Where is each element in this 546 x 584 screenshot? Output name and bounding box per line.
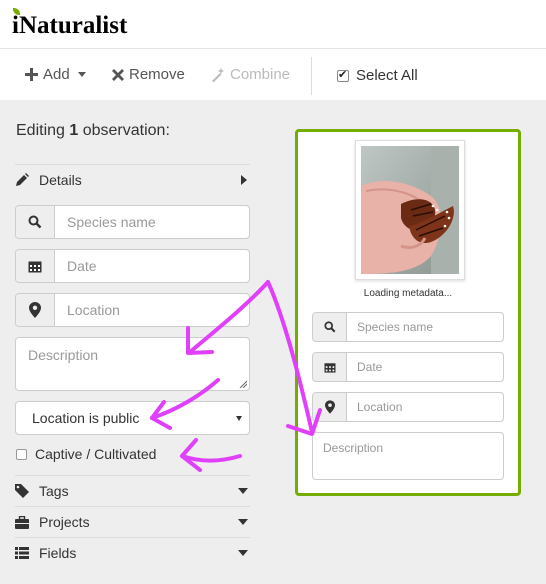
resize-handle-icon[interactable]: [239, 380, 247, 388]
captive-check[interactable]: [16, 448, 27, 460]
details-section-toggle[interactable]: Details: [15, 164, 250, 195]
wand-icon: [212, 67, 224, 82]
date-input[interactable]: Date: [55, 250, 249, 282]
remove-button[interactable]: Remove: [112, 66, 185, 83]
toolbar: Add Remove Combine Select All: [0, 48, 546, 100]
editing-title-prefix: Editing: [16, 122, 65, 139]
chevron-right-icon: [241, 175, 247, 185]
tags-label: Tags: [39, 483, 69, 499]
card-location-input[interactable]: Location: [347, 393, 503, 421]
captive-label: Captive / Cultivated: [35, 446, 157, 462]
editing-count: 1: [69, 122, 79, 139]
remove-button-label: Remove: [129, 66, 185, 83]
calendar-icon: [313, 353, 347, 381]
card-description-textarea[interactable]: Description: [312, 432, 504, 480]
location-input[interactable]: Location: [55, 294, 249, 326]
combine-button[interactable]: Combine: [211, 66, 290, 83]
tags-section-toggle[interactable]: Tags: [15, 475, 250, 506]
date-field[interactable]: Date: [15, 249, 250, 283]
card-date-field[interactable]: Date: [312, 352, 504, 382]
select-all-label: Select All: [356, 67, 418, 84]
plus-icon: [25, 68, 38, 81]
logo-text: Naturalist: [18, 12, 128, 39]
pencil-icon: [15, 173, 39, 187]
logo-initial: i: [12, 8, 20, 39]
loading-metadata-text: Loading metadata...: [363, 288, 453, 299]
app-header: iNaturalist: [0, 0, 546, 48]
editing-title: Editing 1 observation:: [16, 122, 170, 140]
chevron-down-icon: [238, 519, 248, 525]
card-species-name-field[interactable]: Species name: [312, 312, 504, 342]
projects-section-toggle[interactable]: Projects: [15, 506, 250, 537]
projects-label: Projects: [39, 514, 90, 530]
chevron-down-icon: [236, 416, 242, 421]
combine-button-label: Combine: [230, 66, 291, 83]
inaturalist-logo[interactable]: iNaturalist: [12, 8, 128, 40]
batch-edit-panel: Editing 1 observation: Details Species n…: [0, 100, 546, 584]
card-location-field[interactable]: Location: [312, 392, 504, 422]
map-marker-icon: [313, 393, 347, 421]
observation-photo[interactable]: [355, 140, 465, 280]
add-button[interactable]: Add: [25, 66, 86, 83]
description-placeholder: Description: [28, 347, 99, 363]
search-icon: [16, 206, 55, 238]
details-label: Details: [39, 172, 82, 188]
card-date-input[interactable]: Date: [347, 353, 503, 381]
list-icon: [15, 547, 39, 559]
editing-title-suffix: observation:: [82, 122, 170, 139]
toolbar-divider: [311, 57, 312, 95]
observation-card[interactable]: Loading metadata... Species name Date Lo…: [295, 129, 521, 496]
chevron-down-icon: [77, 72, 86, 77]
card-species-input[interactable]: Species name: [347, 313, 503, 341]
butterfly-photo: [361, 146, 459, 274]
card-description-placeholder: Description: [323, 441, 384, 455]
briefcase-icon: [15, 515, 39, 529]
description-textarea[interactable]: Description: [15, 337, 250, 391]
add-button-label: Add: [43, 66, 70, 83]
map-marker-icon: [16, 294, 55, 326]
species-name-field[interactable]: Species name: [15, 205, 250, 239]
fields-label: Fields: [39, 545, 77, 561]
calendar-icon: [16, 250, 55, 282]
location-privacy-select[interactable]: Location is public: [15, 401, 250, 435]
select-all-checkbox[interactable]: Select All: [337, 67, 418, 84]
chevron-down-icon: [238, 550, 248, 556]
species-name-input[interactable]: Species name: [55, 206, 249, 238]
captive-cultivated-checkbox[interactable]: Captive / Cultivated: [16, 446, 156, 462]
tag-icon: [15, 484, 39, 498]
location-privacy-value: Location is public: [32, 410, 140, 426]
location-field[interactable]: Location: [15, 293, 250, 327]
fields-section-toggle[interactable]: Fields: [15, 537, 250, 568]
select-all-check[interactable]: [337, 68, 349, 82]
x-icon: [112, 68, 124, 81]
search-icon: [313, 313, 347, 341]
chevron-down-icon: [238, 488, 248, 494]
